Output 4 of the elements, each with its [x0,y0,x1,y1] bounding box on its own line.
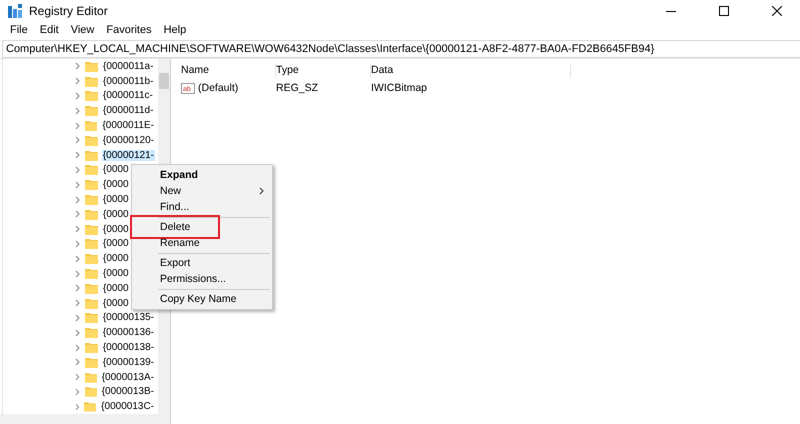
table-cell-text: IWICBitmap [371,82,428,94]
table-cell-text: REG_SZ [276,82,320,94]
window-title: Registry Editor [29,4,109,18]
table-cell: (Default) [198,82,238,94]
